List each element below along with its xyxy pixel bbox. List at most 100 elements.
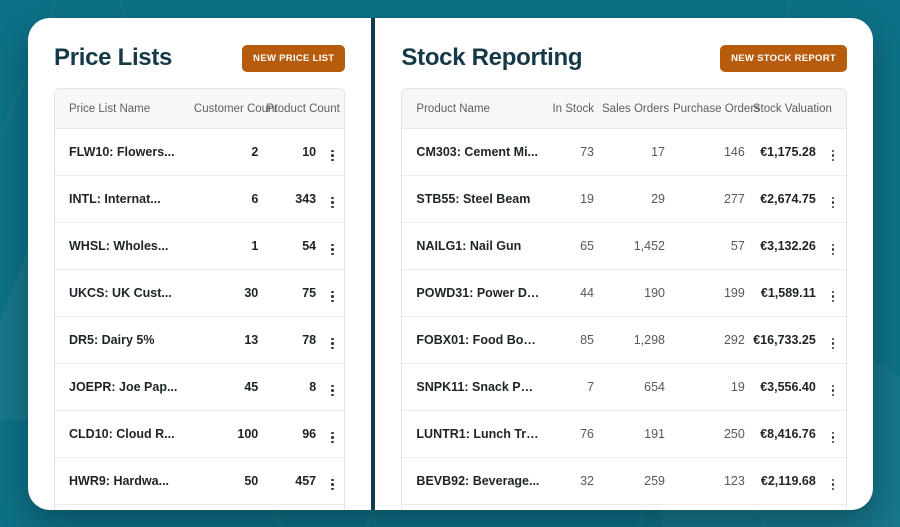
column-header-price-list-name[interactable]: Price List Name	[55, 89, 194, 129]
price-lists-table-body: FLW10: Flowers... 2 10 INTL: Internat... 6 34…	[55, 128, 345, 505]
table-row[interactable]: CM303: Cement Mi... 73 17 146 €1,175.28	[402, 128, 846, 176]
price-lists-header: Price Lists NEW PRICE LIST	[54, 44, 346, 72]
table-row[interactable]: POWD31: Power Drill 44 190 199 €1,589.11	[402, 269, 846, 317]
cell-customer-count: 6	[193, 175, 267, 223]
kebab-menu-icon[interactable]	[830, 289, 837, 305]
kebab-menu-icon[interactable]	[329, 383, 336, 399]
cell-purchase-orders: 199	[672, 269, 753, 317]
row-actions-cell	[324, 316, 345, 364]
table-row[interactable]: SNPK11: Snack Pack 7 654 19 €3,556.40	[402, 363, 846, 411]
cell-customer-count: 45	[193, 363, 267, 411]
cell-product-count: 75	[266, 269, 325, 317]
table-row[interactable]: WHSL: Wholes... 1 54	[55, 222, 345, 270]
stock-reporting-table: Product Name In Stock Sales Orders Purch…	[402, 89, 846, 504]
cell-customer-count: 100	[193, 410, 267, 458]
table-row[interactable]: INTL: Internat... 6 343	[55, 175, 345, 223]
stock-reporting-pagination-row: ‹1...2›	[402, 504, 846, 510]
cell-purchase-orders: 250	[672, 410, 753, 458]
cell-product-count: 457	[295, 474, 317, 488]
cell-in-stock: 76	[539, 410, 603, 458]
row-actions-cell	[823, 128, 846, 176]
table-row[interactable]: FOBX01: Food Box Set 85 1,298 292 €16,733.25	[402, 316, 846, 364]
table-header-row: Price List Name Customer Count Product C…	[55, 89, 345, 129]
cell-sales-orders: 17	[602, 128, 673, 176]
new-price-list-button[interactable]: NEW PRICE LIST	[242, 44, 346, 72]
column-header-purchase-orders[interactable]: Purchase Orders	[672, 89, 760, 129]
table-header-row: Product Name In Stock Sales Orders Purch…	[402, 89, 846, 129]
stock-reporting-table-container: Product Name In Stock Sales Orders Purch…	[401, 88, 847, 510]
price-lists-panel: Price Lists NEW PRICE LIST Price List Na…	[28, 18, 371, 510]
table-row[interactable]: LUNTR1: Lunch Tray 76 191 250 €8,416.76	[402, 410, 846, 458]
cell-in-stock: 19	[539, 175, 603, 223]
column-header-stock-valuation[interactable]: Stock Valuation	[752, 89, 832, 129]
stock-reporting-title: Stock Reporting	[401, 44, 583, 71]
price-lists-pagination-row: ‹1...2›	[55, 504, 345, 510]
row-actions-cell	[324, 363, 345, 411]
row-actions-cell	[823, 269, 846, 317]
table-row[interactable]: BEVB92: Beverage... 32 259 123 €2,119.68	[402, 458, 846, 505]
new-stock-report-button[interactable]: NEW STOCK REPORT	[720, 44, 847, 72]
kebab-menu-icon[interactable]	[830, 242, 837, 258]
cell-in-stock: 32	[580, 474, 595, 488]
kebab-menu-icon[interactable]	[830, 195, 837, 211]
cell-purchase-orders: 277	[672, 175, 753, 223]
kebab-menu-icon[interactable]	[329, 195, 336, 211]
table-row[interactable]: DR5: Dairy 5% 13 78	[55, 316, 345, 364]
cell-product-count: 343	[266, 175, 325, 223]
cell-product-count: 78	[266, 316, 325, 364]
cell-stock-valuation: €3,132.26	[752, 222, 824, 270]
app-card: Price Lists NEW PRICE LIST Price List Na…	[28, 18, 873, 510]
row-actions-cell	[823, 316, 846, 364]
kebab-menu-icon[interactable]	[830, 148, 837, 164]
row-actions-cell	[324, 175, 345, 223]
cell-product-count: 10	[266, 128, 325, 176]
table-row[interactable]: HWR9: Hardwa... 50 457	[55, 458, 344, 505]
column-header-in-stock[interactable]: In Stock	[539, 89, 603, 129]
row-actions-cell	[324, 410, 345, 458]
cell-product-name: CM303: Cement Mi...	[402, 128, 540, 176]
cell-purchase-orders: 19	[672, 363, 753, 411]
table-row[interactable]: CLD10: Cloud R... 100 96	[55, 410, 345, 458]
cell-stock-valuation: €16,733.25	[752, 316, 824, 364]
cell-customer-count: 13	[193, 316, 267, 364]
kebab-menu-icon[interactable]	[329, 242, 336, 258]
table-row[interactable]: UKCS: UK Cust... 30 75	[55, 269, 345, 317]
cell-price-list-name: UKCS: UK Cust...	[55, 269, 194, 317]
column-header-product-count[interactable]: Product Count	[266, 89, 340, 129]
row-actions-cell	[823, 222, 846, 270]
kebab-menu-icon[interactable]	[830, 430, 837, 446]
row-actions-cell	[823, 363, 846, 411]
cell-price-list-name: HWR9: Hardwa...	[69, 474, 170, 488]
table-row[interactable]: STB55: Steel Beam 19 29 277 €2,674.75	[402, 175, 846, 223]
cell-price-list-name: INTL: Internat...	[55, 175, 194, 223]
cell-price-list-name: DR5: Dairy 5%	[55, 316, 194, 364]
kebab-menu-icon[interactable]	[329, 289, 336, 305]
cell-product-count: 96	[266, 410, 325, 458]
kebab-menu-icon[interactable]	[329, 336, 336, 352]
cell-stock-valuation: €1,175.28	[752, 128, 824, 176]
table-row[interactable]: FLW10: Flowers... 2 10	[55, 128, 345, 176]
cell-product-name: FOBX01: Food Box Set	[402, 316, 540, 364]
kebab-menu-icon[interactable]	[830, 477, 837, 493]
cell-product-name: BEVB92: Beverage...	[416, 474, 540, 488]
cell-stock-valuation: €2,674.75	[752, 175, 824, 223]
column-header-product-name[interactable]: Product Name	[402, 89, 540, 129]
cell-purchase-orders: 146	[672, 128, 753, 176]
cell-sales-orders: 654	[602, 363, 673, 411]
row-actions-cell	[324, 128, 345, 176]
kebab-menu-icon[interactable]	[830, 336, 837, 352]
row-actions-cell	[324, 269, 345, 317]
table-row[interactable]: NAILG1: Nail Gun 65 1,452 57 €3,132.26	[402, 222, 846, 270]
kebab-menu-icon[interactable]	[329, 148, 336, 164]
cell-in-stock: 7	[539, 363, 603, 411]
table-row[interactable]: JOEPR: Joe Pap... 45 8	[55, 363, 345, 411]
column-header-customer-count[interactable]: Customer Count	[193, 89, 278, 129]
column-header-sales-orders[interactable]: Sales Orders	[602, 89, 673, 129]
kebab-menu-icon[interactable]	[830, 383, 837, 399]
price-lists-table: Price List Name Customer Count Product C…	[55, 89, 345, 505]
cell-product-name: NAILG1: Nail Gun	[402, 222, 540, 270]
row-actions-cell	[823, 410, 846, 458]
kebab-menu-icon[interactable]	[329, 477, 336, 493]
kebab-menu-icon[interactable]	[329, 430, 336, 446]
cell-price-list-name: JOEPR: Joe Pap...	[55, 363, 194, 411]
